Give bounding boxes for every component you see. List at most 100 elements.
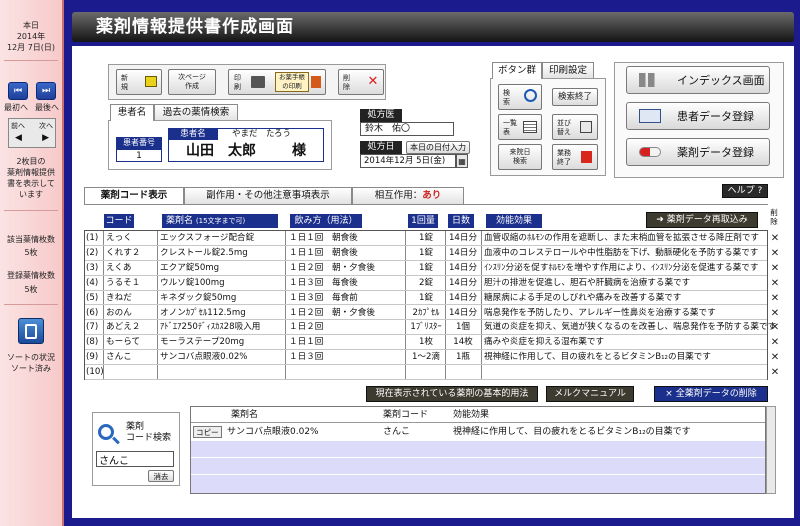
tab-interaction[interactable]: 相互作用：あり — [352, 187, 464, 204]
delete-row-icon[interactable]: ✕ — [770, 247, 780, 261]
cell-days[interactable]: 14日分 — [447, 276, 479, 290]
delete-row-icon[interactable]: ✕ — [770, 307, 780, 321]
print-button[interactable]: 印 刷 お薬手帳 の印刷 — [228, 69, 326, 95]
patient-register-button[interactable]: 患者データ登録 — [626, 102, 770, 130]
delete-row-icon[interactable]: ✕ — [770, 336, 780, 350]
delete-row-icon[interactable]: ✕ — [770, 351, 780, 365]
drug-register-button[interactable]: 薬剤データ登録 — [626, 138, 770, 166]
cell-effect[interactable]: 視神経に作用して、目の疲れをとるビタミンB₁₂の目薬です — [484, 350, 711, 364]
list-button[interactable]: 一覧 表 — [498, 114, 542, 140]
clear-button[interactable]: 消去 — [148, 470, 174, 482]
cell-name[interactable]: エックスフォージ配合錠 — [160, 231, 254, 245]
cell-effect[interactable]: 糖尿病による手足のしびれや痛みを改善する薬です — [484, 291, 681, 305]
result-row[interactable]: コピー サンコバ点眼液0.02% さんこ 視神経に作用して、目の疲れをとるビタミ… — [191, 424, 765, 440]
delete-row-icon[interactable]: ✕ — [770, 366, 780, 380]
cell-days[interactable]: 1瓶 — [447, 350, 479, 364]
table-row[interactable]: (7) あどえ２ ｱﾄﾞｴｱ250ﾃﾞｨｽｶｽ28吸入用 １日２回 1ﾌﾞﾘｽﾀｰ 1個気… — [85, 320, 776, 336]
cell-code[interactable]: くれす２ — [106, 246, 140, 260]
search-button[interactable]: 検 索 — [498, 84, 542, 110]
code-search-input[interactable] — [96, 451, 174, 467]
table-row[interactable]: (1) えっく エックスフォージ配合錠 １日１回 朝食後 1錠 14日分 血管収縮のﾎﾙﾓﾝ… — [85, 231, 767, 246]
cell-usage[interactable]: １日１回 朝食後 — [289, 231, 358, 245]
cell-effect[interactable]: 痛みや炎症を抑える湿布薬です — [484, 335, 604, 349]
delete-row-icon[interactable]: ✕ — [770, 292, 780, 306]
cell-name[interactable]: クレストール錠2.5mg — [160, 246, 248, 260]
copy-button[interactable]: コピー — [193, 426, 222, 438]
table-row[interactable]: (3) えくあ エクア錠50mg １日２回 朝・夕食後 1錠 14日分 ｲﾝｽﾘﾝ分泌を促す… — [85, 261, 767, 276]
cell-dose[interactable]: 2ｶﾌﾟｾﾙ — [409, 306, 443, 320]
cell-days[interactable]: 14枚 — [447, 335, 479, 349]
cell-usage[interactable]: １日２回 — [289, 320, 323, 334]
cell-dose[interactable]: 1錠 — [409, 291, 443, 305]
cell-days[interactable]: 14日分 — [447, 306, 479, 320]
cell-code[interactable]: おのん — [106, 306, 132, 320]
tab-drug-code[interactable]: 薬剤コード表示 — [84, 187, 184, 204]
cell-effect[interactable]: 気道の炎症を抑え、気道が狭くなるのを改善し、喘息発作を予防する薬です — [484, 320, 776, 334]
today-date-button[interactable]: 本日の日付入力 — [406, 141, 470, 154]
table-row[interactable]: (5) きねだ キネダック錠50mg １日３回 毎食前 1錠 14日分 糖尿病による手足のし… — [85, 291, 767, 306]
cell-effect[interactable]: 血管収縮のﾎﾙﾓﾝの作用を遮断し、また末梢血管を拡張させる降圧剤です — [484, 231, 759, 245]
cell-code[interactable]: うるそ１ — [106, 276, 140, 290]
cell-code[interactable]: あどえ２ — [106, 320, 140, 334]
cell-code[interactable]: きねだ — [106, 291, 132, 305]
cell-name[interactable]: ｱﾄﾞｴｱ250ﾃﾞｨｽｶｽ28吸入用 — [160, 320, 260, 334]
cell-usage[interactable]: １日３回 — [289, 350, 323, 364]
sort-button[interactable]: 並び 替え — [552, 114, 598, 140]
cell-usage[interactable]: １日３回 毎食前 — [289, 291, 358, 305]
cell-days[interactable]: 14日分 — [447, 246, 479, 260]
index-screen-button[interactable]: インデックス画面 — [626, 66, 770, 94]
delete-all-button[interactable]: × 全薬剤データの削除 — [654, 386, 768, 402]
cell-usage[interactable]: １日３回 毎食後 — [289, 276, 358, 290]
doctor-field[interactable]: 鈴木 佑〇 — [360, 122, 454, 136]
tab-print-settings[interactable]: 印刷設定 — [542, 62, 594, 79]
tab-history[interactable]: 過去の薬情検索 — [154, 104, 238, 121]
cell-dose[interactable]: 1ﾌﾞﾘｽﾀｰ — [409, 320, 443, 334]
cell-dose[interactable]: 1錠 — [409, 231, 443, 245]
arrow-right-icon[interactable]: ▶ — [42, 133, 49, 143]
cell-name[interactable]: サンコバ点眼液0.02% — [160, 350, 247, 364]
cell-effect[interactable]: 胆汁の排泄を促進し、胆石や肝臓病を治療する薬です — [484, 276, 690, 290]
cell-effect[interactable]: 血液中のコレステロールや中性脂肪を下げ、動脈硬化を予防する薬です — [484, 246, 758, 260]
table-row[interactable]: (2) くれす２ クレストール錠2.5mg １日１回 朝食後 1錠 14日分 血液中のコレス… — [85, 246, 767, 261]
help-button[interactable]: ヘルプ ? — [722, 184, 768, 198]
table-row[interactable]: (9) さんこ サンコバ点眼液0.02% １日３回 1～2滴 1瓶 視神経に作用して、目の疲… — [85, 350, 767, 366]
cell-effect[interactable]: 喘息発作を予防したり、アレルギー性鼻炎を治療する薬です — [484, 306, 716, 320]
arrow-left-icon[interactable]: ◀ — [15, 133, 22, 143]
next-page-button[interactable]: 次ページ 作成 — [168, 69, 216, 95]
cell-name[interactable]: エクア錠50mg — [160, 261, 219, 275]
table-row[interactable]: (10) — [85, 365, 767, 380]
cell-code[interactable]: えっく — [106, 231, 132, 245]
results-scrollbar[interactable] — [766, 406, 776, 494]
last-button[interactable]: ⏭ — [36, 82, 56, 100]
delete-row-icon[interactable]: ✕ — [770, 277, 780, 291]
cell-usage[interactable]: １日２回 朝・夕食後 — [289, 261, 375, 275]
cell-dose[interactable]: 1～2滴 — [409, 350, 443, 364]
cell-dose[interactable]: 1錠 — [409, 261, 443, 275]
table-row[interactable]: (4) うるそ１ ウルソ錠100mg １日３回 毎食後 2錠 14日分 胆汁の排泄を促進し、… — [85, 276, 767, 291]
cell-usage[interactable]: １日１回 — [289, 335, 323, 349]
cell-effect[interactable]: ｲﾝｽﾘﾝ分泌を促すﾎﾙﾓﾝを増やす作用により、ｲﾝｽﾘﾝ分泌を促進する薬です — [484, 261, 759, 275]
cell-name[interactable]: ウルソ錠100mg — [160, 276, 225, 290]
basic-usage-button[interactable]: 現在表示されている薬剤の基本的用法 — [366, 386, 538, 402]
task-end-button[interactable]: 業務 終了 — [552, 144, 598, 170]
prescription-date-field[interactable]: 2014年12月 5日(金) — [360, 154, 456, 168]
cell-code[interactable]: もーらて — [106, 335, 140, 349]
cell-dose[interactable]: 2錠 — [409, 276, 443, 290]
cell-code[interactable]: さんこ — [106, 350, 132, 364]
delete-row-icon[interactable]: ✕ — [770, 321, 780, 335]
manual-button[interactable]: メルクマニュアル — [546, 386, 634, 402]
table-row[interactable]: (6) おのん オノンｶﾌﾟｾﾙ112.5mg １日２回 朝・夕食後 2ｶﾌﾟｾﾙ 14日… — [85, 306, 767, 321]
new-button[interactable]: 新 規 — [116, 69, 162, 95]
tab-patient[interactable]: 患者名 — [110, 104, 154, 121]
cell-dose[interactable]: 1錠 — [409, 246, 443, 260]
cell-days[interactable]: 14日分 — [447, 291, 479, 305]
cell-usage[interactable]: １日２回 朝・夕食後 — [289, 306, 375, 320]
delete-button[interactable]: 削 除 ✕ — [338, 69, 384, 95]
table-row[interactable]: (8) もーらて モーラステープ20mg １日１回 1枚 14枚 痛みや炎症を抑える湿布薬で… — [85, 335, 767, 351]
first-button[interactable]: ⏮ — [8, 82, 28, 100]
prev-next-control[interactable]: 前へ 次へ ◀ ▶ — [8, 118, 56, 148]
calendar-icon[interactable]: ▦ — [456, 154, 468, 168]
cell-days[interactable]: 14日分 — [447, 261, 479, 275]
sort-icon[interactable] — [18, 318, 44, 344]
cell-days[interactable]: 1個 — [447, 320, 479, 334]
